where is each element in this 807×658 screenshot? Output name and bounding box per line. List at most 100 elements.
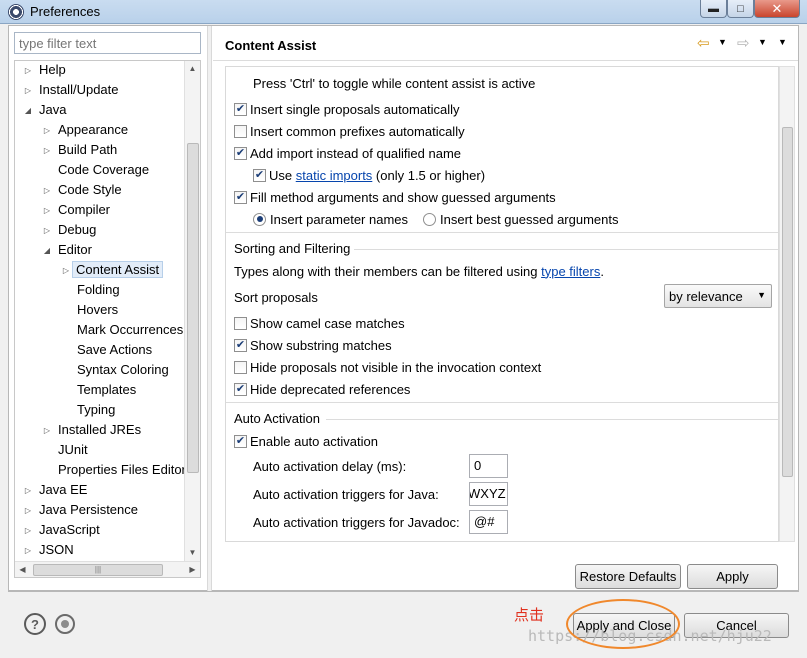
scroll-right-arrow-icon[interactable]: ▶ bbox=[185, 562, 200, 577]
insert-single-row[interactable]: ✔ Insert single proposals automatically bbox=[234, 99, 460, 119]
tree-item-save-actions[interactable]: Save Actions bbox=[60, 341, 157, 361]
insert-best-guessed-radio[interactable] bbox=[423, 212, 436, 226]
collapsed-twisty-icon[interactable]: ▷ bbox=[22, 502, 34, 520]
tree-vertical-scrollbar[interactable]: ▲ ▼ bbox=[184, 61, 200, 561]
tree-item-install-update[interactable]: ▷ Install/Update bbox=[22, 81, 124, 101]
tree-horizontal-scrollbar[interactable]: ◀ ||| ▶ bbox=[15, 561, 200, 577]
tree-item-code-coverage[interactable]: Code Coverage bbox=[41, 161, 154, 181]
tree-item-properties-files-editor[interactable]: Properties Files Editor bbox=[41, 461, 191, 481]
use-static-imports-row[interactable]: ✔ Use static imports (only 1.5 or higher… bbox=[253, 165, 485, 185]
collapsed-twisty-icon[interactable]: ▷ bbox=[22, 542, 34, 560]
substring-checkbox[interactable]: ✔ bbox=[234, 338, 247, 352]
tree-item-java-ee[interactable]: ▷ Java EE bbox=[22, 481, 92, 501]
scroll-down-arrow-icon[interactable]: ▼ bbox=[185, 545, 200, 560]
tree-item-folding[interactable]: Folding bbox=[60, 281, 125, 301]
back-history-dropdown-icon[interactable]: ▼ bbox=[718, 37, 727, 47]
close-button[interactable]: ✕ bbox=[754, 0, 800, 18]
expanded-twisty-icon[interactable]: ◢ bbox=[22, 102, 34, 120]
collapsed-twisty-icon[interactable]: ▷ bbox=[22, 522, 34, 540]
add-import-row[interactable]: ✔ Add import instead of qualified name bbox=[234, 143, 461, 163]
static-imports-link[interactable]: static imports bbox=[296, 168, 373, 183]
tree-item-mark-occurrences[interactable]: Mark Occurrences bbox=[60, 321, 188, 341]
filter-input[interactable] bbox=[14, 32, 201, 54]
activation-delay-input[interactable]: 0 bbox=[469, 454, 508, 478]
insert-parameter-names-radio[interactable] bbox=[253, 212, 266, 226]
tree-item-code-style[interactable]: ▷ Code Style bbox=[41, 181, 127, 201]
hide-invisible-checkbox[interactable] bbox=[234, 360, 247, 374]
collapsed-twisty-icon[interactable]: ▷ bbox=[41, 422, 53, 440]
maximize-button[interactable]: □ bbox=[727, 0, 754, 18]
camel-case-checkbox[interactable] bbox=[234, 316, 247, 330]
tree-item-label: Typing bbox=[77, 402, 116, 417]
scroll-left-arrow-icon[interactable]: ◀ bbox=[15, 562, 30, 577]
enable-auto-activation-checkbox[interactable]: ✔ bbox=[234, 434, 247, 448]
collapsed-twisty-icon[interactable]: ▷ bbox=[41, 122, 53, 140]
splitter-sash[interactable] bbox=[207, 26, 212, 591]
fill-arguments-row[interactable]: ✔ Fill method arguments and show guessed… bbox=[234, 187, 556, 207]
apply-button[interactable]: Apply bbox=[687, 564, 778, 589]
collapsed-twisty-icon[interactable]: ▷ bbox=[60, 262, 72, 280]
tree-item-junit[interactable]: JUnit bbox=[41, 441, 93, 461]
tree-item-templates[interactable]: Templates bbox=[60, 381, 141, 401]
window-title: Preferences bbox=[30, 4, 101, 19]
page-vertical-scrollbar[interactable] bbox=[779, 66, 795, 542]
tree-item-java-persistence[interactable]: ▷ Java Persistence bbox=[22, 501, 143, 521]
restore-defaults-button[interactable]: Restore Defaults bbox=[575, 564, 681, 589]
insert-prefixes-row[interactable]: Insert common prefixes automatically bbox=[234, 121, 465, 141]
collapsed-twisty-icon[interactable]: ▷ bbox=[41, 142, 53, 160]
tree-item-installed-jres[interactable]: ▷ Installed JREs bbox=[41, 421, 146, 441]
tree-item-debug[interactable]: ▷ Debug bbox=[41, 221, 101, 241]
tree-item-help[interactable]: ▷ Help bbox=[22, 61, 71, 81]
tree-item-java[interactable]: ◢ Java bbox=[22, 101, 71, 121]
tree-item-editor[interactable]: ◢ Editor bbox=[41, 241, 97, 261]
scroll-up-arrow-icon[interactable]: ▲ bbox=[185, 61, 200, 76]
insert-prefixes-checkbox[interactable] bbox=[234, 124, 247, 138]
fill-arguments-checkbox[interactable]: ✔ bbox=[234, 190, 247, 204]
javadoc-triggers-input[interactable]: @# bbox=[469, 510, 508, 534]
add-import-checkbox[interactable]: ✔ bbox=[234, 146, 247, 160]
insert-best-guessed-row[interactable]: Insert best guessed arguments bbox=[423, 209, 619, 229]
sort-proposals-select[interactable]: by relevance ▼ bbox=[664, 284, 772, 308]
back-arrow-icon[interactable]: ⇦ bbox=[697, 34, 710, 52]
tree-hscroll-thumb[interactable]: ||| bbox=[33, 564, 163, 576]
collapsed-twisty-icon[interactable]: ▷ bbox=[41, 222, 53, 240]
enable-auto-activation-row[interactable]: ✔ Enable auto activation bbox=[234, 431, 378, 451]
collapsed-twisty-icon[interactable]: ▷ bbox=[22, 482, 34, 500]
use-static-imports-checkbox[interactable]: ✔ bbox=[253, 168, 266, 182]
collapsed-twisty-icon[interactable]: ▷ bbox=[41, 182, 53, 200]
tree-item-build-path[interactable]: ▷ Build Path bbox=[41, 141, 122, 161]
insert-single-checkbox[interactable]: ✔ bbox=[234, 102, 247, 116]
tree-item-compiler[interactable]: ▷ Compiler bbox=[41, 201, 115, 221]
tree-item-javascript[interactable]: ▷ JavaScript bbox=[22, 521, 105, 541]
watermark: https://blog.csdn.net/hju22 bbox=[528, 627, 772, 645]
collapsed-twisty-icon[interactable]: ▷ bbox=[22, 62, 34, 80]
collapsed-twisty-icon[interactable]: ▷ bbox=[22, 82, 34, 100]
minimize-button[interactable]: ▬ bbox=[700, 0, 727, 18]
tree-item-typing[interactable]: Typing bbox=[60, 401, 120, 421]
tree-item-hovers[interactable]: Hovers bbox=[60, 301, 123, 321]
tree-item-json[interactable]: ▷ JSON bbox=[22, 541, 79, 561]
type-filters-link[interactable]: type filters bbox=[541, 264, 600, 279]
tree-item-content-assist[interactable]: ▷ Content Assist bbox=[60, 261, 164, 281]
tree-item-appearance[interactable]: ▷ Appearance bbox=[41, 121, 133, 141]
hide-deprecated-checkbox[interactable]: ✔ bbox=[234, 382, 247, 396]
java-triggers-input[interactable]: WXYZ bbox=[469, 482, 508, 506]
group-divider bbox=[226, 541, 779, 542]
camel-case-row[interactable]: Show camel case matches bbox=[234, 313, 405, 333]
view-menu-icon[interactable]: ▼ bbox=[778, 37, 787, 47]
forward-arrow-icon[interactable]: ⇨ bbox=[737, 34, 750, 52]
page-scroll-thumb[interactable] bbox=[782, 127, 793, 477]
oomph-icon[interactable] bbox=[55, 614, 75, 634]
hide-invisible-row[interactable]: Hide proposals not visible in the invoca… bbox=[234, 357, 541, 377]
help-icon[interactable]: ? bbox=[24, 613, 46, 635]
collapsed-twisty-icon[interactable]: ▷ bbox=[41, 202, 53, 220]
forward-history-dropdown-icon[interactable]: ▼ bbox=[758, 37, 767, 47]
tree-scroll-thumb[interactable] bbox=[187, 143, 199, 473]
toggle-hint: Press 'Ctrl' to toggle while content ass… bbox=[253, 75, 536, 91]
expanded-twisty-icon[interactable]: ◢ bbox=[41, 242, 53, 260]
tree-item-label: Appearance bbox=[58, 122, 129, 137]
insert-parameter-names-row[interactable]: Insert parameter names bbox=[253, 209, 408, 229]
tree-item-syntax-coloring[interactable]: Syntax Coloring bbox=[60, 361, 174, 381]
hide-deprecated-row[interactable]: ✔ Hide deprecated references bbox=[234, 379, 410, 399]
substring-row[interactable]: ✔ Show substring matches bbox=[234, 335, 392, 355]
